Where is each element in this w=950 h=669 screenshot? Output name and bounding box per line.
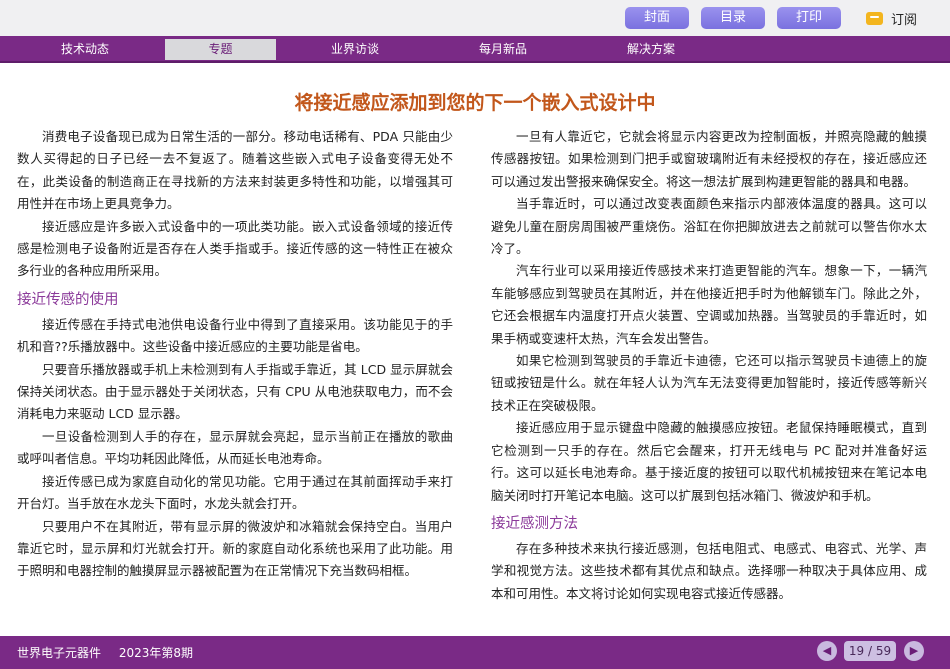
- footer-info: 世界电子元器件 2023年第8期: [17, 644, 207, 661]
- section-heading-usage: 接近传感的使用: [17, 291, 119, 308]
- issue-label: 2023年第8期: [118, 646, 194, 660]
- chevron-left-icon[interactable]: ◀: [817, 641, 837, 661]
- envelope-icon: [866, 11, 883, 25]
- paragraph: 接近感应是许多嵌入式设备中的一项此类功能。嵌入式设备领域的接近传感是检测电子设备…: [17, 218, 453, 279]
- toc-button[interactable]: 目录: [701, 7, 765, 29]
- cover-button[interactable]: 封面: [625, 7, 689, 29]
- chevron-right-icon[interactable]: ▶: [904, 641, 924, 661]
- top-toolbar: 封面 目录 打印 订阅: [0, 0, 950, 36]
- paragraph: 如果它检测到驾驶员的手靠近卡迪德，它还可以指示驾驶员卡迪德上的旋钮或按钮是什么。…: [491, 353, 927, 413]
- article-title: 将接近感应添加到您的下一个嵌入式设计中: [294, 92, 656, 114]
- paragraph: 只要音乐播放器或手机上未检测到有人手指或手靠近，其 LCD 显示屏就会保持关闭状…: [17, 361, 453, 422]
- footer-bar: 世界电子元器件 2023年第8期 ◀ 19 / 59 ▶: [0, 636, 950, 669]
- article-column-left: 消费电子设备现已成为日常生活的一部分。移动电话稀有、PDA 只能由少数人买得起的…: [17, 126, 453, 583]
- paragraph: 当手靠近时，可以通过改变表面颜色来指示内部液体温度的器具。这可以避免儿童在厨房周…: [491, 196, 927, 257]
- nav-item-tech-news[interactable]: 技术动态: [26, 39, 144, 60]
- paragraph: 只要用户不在其附近，带有显示屏的微波炉和冰箱就会保持空白。当用户靠近它时，显示屏…: [17, 518, 453, 579]
- nav-item-interviews[interactable]: 业界访谈: [296, 39, 414, 60]
- publication-name: 世界电子元器件: [17, 646, 102, 660]
- paragraph: 一旦设备检测到人手的存在，显示屏就会亮起，显示当前正在播放的歌曲或呼叫者信息。平…: [17, 428, 453, 467]
- paragraph: 接近感应用于显示键盘中隐藏的触摸感应按钮。老鼠保持睡眠模式，直到它检测到一只手的…: [491, 420, 927, 503]
- paragraph: 存在多种技术来执行接近感测，包括电阻式、电感式、电容式、光学、声学和视觉方法。这…: [491, 540, 927, 601]
- section-heading-methods: 接近感测方法: [491, 515, 578, 532]
- paragraph: 接近传感在手持式电池供电设备行业中得到了直接采用。该功能见于的手机和音??乐播放…: [17, 316, 453, 355]
- nav-item-new-products[interactable]: 每月新品: [444, 39, 562, 60]
- paragraph: 一旦有人靠近它，它就会将显示内容更改为控制面板，并照亮隐藏的触摸传感器按钮。如果…: [491, 129, 927, 189]
- section-nav: 技术动态 专题 业界访谈 每月新品 解决方案: [0, 36, 950, 63]
- paragraph: 消费电子设备现已成为日常生活的一部分。移动电话稀有、PDA 只能由少数人买得起的…: [17, 129, 453, 212]
- nav-item-special-topic[interactable]: 专题: [165, 39, 276, 60]
- nav-item-solutions[interactable]: 解决方案: [592, 39, 710, 60]
- paragraph: 汽车行业可以采用接近传感技术来打造更智能的汽车。想象一下，一辆汽车能够感应到驾驶…: [491, 263, 927, 346]
- page-indicator: 19 / 59: [844, 641, 896, 661]
- print-button[interactable]: 打印: [777, 7, 841, 29]
- article-column-right: 一旦有人靠近它，它就会将显示内容更改为控制面板，并照亮隐藏的触摸传感器按钮。如果…: [491, 126, 927, 605]
- subscribe-label: 订阅: [891, 12, 918, 28]
- paragraph: 接近传感已成为家庭自动化的常见功能。它用于通过在其前面挥动手来打开台灯。当手放在…: [17, 473, 453, 512]
- subscribe-button[interactable]: 订阅: [866, 9, 918, 28]
